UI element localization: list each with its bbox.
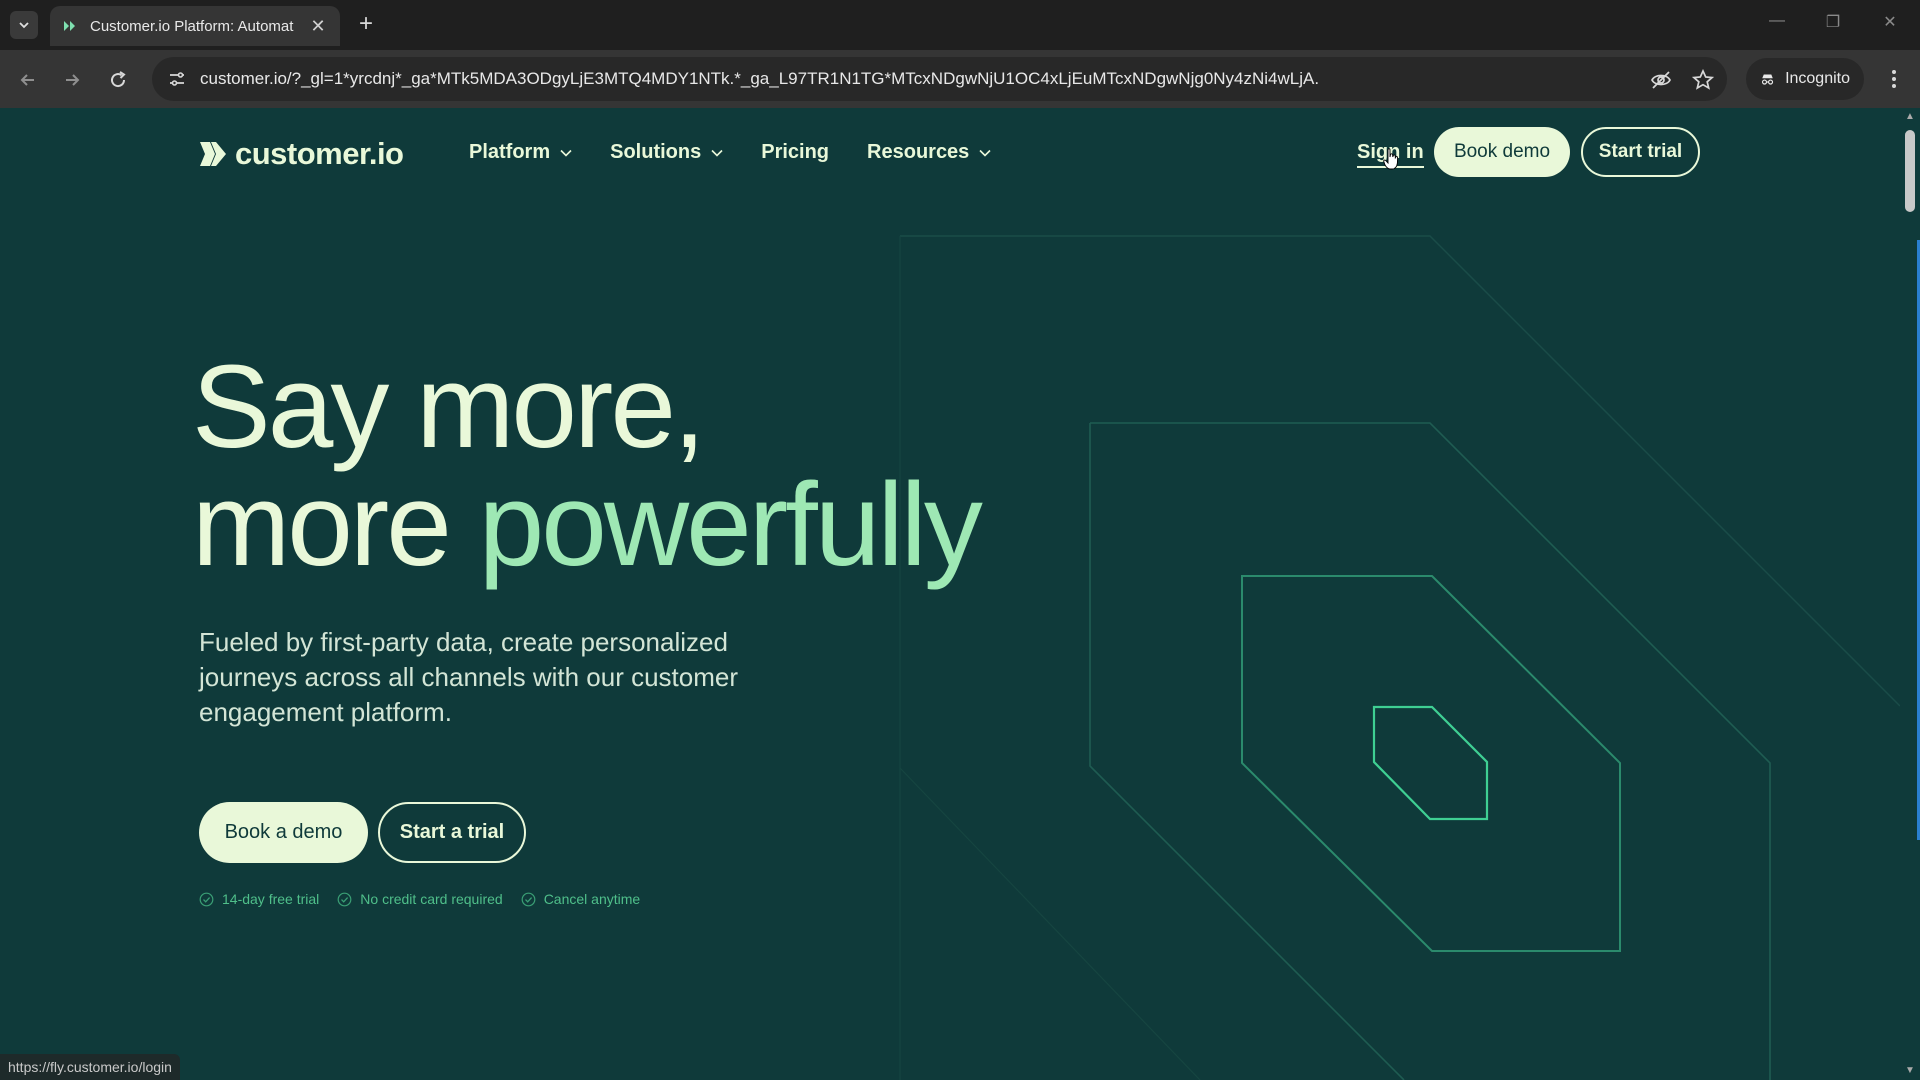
chevron-down-icon bbox=[979, 149, 991, 157]
restore-icon[interactable]: ❐ bbox=[1818, 12, 1848, 32]
incognito-icon bbox=[1761, 74, 1774, 85]
hero-title-line2-start: more bbox=[192, 459, 479, 591]
scroll-up-icon[interactable]: ▲ bbox=[1905, 112, 1915, 122]
browser-toolbar: customer.io/?_gl=1*yrcdnj*_ga*MTk5MDA3OD… bbox=[0, 50, 1920, 108]
page-viewport: customer.io Platform Solutions Pricing R… bbox=[0, 108, 1900, 1080]
nav-pricing[interactable]: Pricing bbox=[761, 141, 829, 164]
logo-text: customer.io bbox=[235, 136, 404, 171]
address-bar[interactable]: customer.io/?_gl=1*yrcdnj*_ga*MTk5MDA3OD… bbox=[152, 57, 1727, 101]
incognito-label: Incognito bbox=[1785, 70, 1850, 87]
hand-pointer-cursor-icon bbox=[1383, 148, 1399, 170]
browser-tab-bar: Customer.io Platform: Automat ✕ + — ❐ ✕ bbox=[0, 0, 1920, 50]
scrollbar-thumb[interactable] bbox=[1905, 130, 1915, 212]
main-nav: Platform Solutions Pricing Resources bbox=[469, 141, 1029, 164]
perk-label: Cancel anytime bbox=[543, 891, 641, 907]
browser-menu-button[interactable] bbox=[1880, 65, 1908, 93]
site-info-icon[interactable] bbox=[164, 66, 190, 92]
perks-list: 14-day free trial No credit card require… bbox=[199, 891, 658, 907]
hero-subtitle: Fueled by first-party data, create perso… bbox=[199, 627, 739, 727]
decorative-hexagon-graphic bbox=[899, 235, 1900, 1080]
perk-item: No credit card required bbox=[337, 891, 503, 907]
hero-title: Say more, more powerfully bbox=[192, 348, 983, 584]
customerio-logo-icon bbox=[200, 142, 226, 166]
chevron-down-icon bbox=[560, 149, 572, 157]
perk-item: 14-day free trial bbox=[199, 891, 319, 907]
link-status-bar: https://fly.customer.io/login bbox=[0, 1054, 180, 1080]
hero-title-line2: more powerfully bbox=[192, 466, 983, 584]
forward-button[interactable] bbox=[58, 66, 86, 94]
book-demo-button[interactable]: Book demo bbox=[1434, 127, 1570, 177]
nav-resources-label: Resources bbox=[867, 141, 970, 163]
nav-platform[interactable]: Platform bbox=[469, 141, 572, 164]
perk-item: Cancel anytime bbox=[521, 891, 641, 907]
perk-label: No credit card required bbox=[360, 891, 503, 907]
tab-search-button[interactable] bbox=[10, 11, 38, 39]
perk-label: 14-day free trial bbox=[222, 891, 320, 907]
start-trial-button[interactable]: Start trial bbox=[1581, 127, 1700, 177]
page-scrollbar[interactable]: ▲ ▼ bbox=[1900, 108, 1920, 1080]
chevron-down-icon bbox=[711, 149, 723, 157]
customerio-favicon-icon bbox=[64, 21, 75, 31]
minimize-icon[interactable]: — bbox=[1762, 12, 1792, 30]
nav-platform-label: Platform bbox=[469, 141, 551, 163]
scroll-down-icon[interactable]: ▼ bbox=[1905, 1066, 1915, 1076]
new-tab-button[interactable]: + bbox=[352, 11, 380, 39]
customerio-logo[interactable]: customer.io bbox=[199, 136, 404, 172]
url-text: customer.io/?_gl=1*yrcdnj*_ga*MTk5MDA3OD… bbox=[200, 69, 1320, 88]
back-button[interactable] bbox=[14, 66, 42, 94]
hero-title-line1: Say more, bbox=[192, 341, 706, 473]
arrow-right-icon bbox=[66, 74, 80, 86]
reload-button[interactable] bbox=[104, 66, 132, 94]
check-circle-icon bbox=[199, 892, 214, 906]
check-circle-icon bbox=[521, 892, 536, 906]
browser-tab-active[interactable]: Customer.io Platform: Automat ✕ bbox=[50, 6, 340, 46]
nav-solutions[interactable]: Solutions bbox=[610, 141, 723, 164]
more-vertical-icon bbox=[1892, 70, 1896, 88]
check-circle-icon bbox=[337, 892, 352, 906]
chevron-down-icon bbox=[19, 22, 29, 29]
tab-title: Customer.io Platform: Automat bbox=[90, 17, 294, 35]
close-window-icon[interactable]: ✕ bbox=[1875, 12, 1905, 32]
nav-resources[interactable]: Resources bbox=[867, 141, 991, 164]
close-tab-icon[interactable]: ✕ bbox=[308, 16, 328, 37]
reload-icon bbox=[111, 71, 126, 88]
nav-pricing-label: Pricing bbox=[761, 141, 830, 163]
nav-solutions-label: Solutions bbox=[610, 141, 702, 163]
hero-title-highlight: powerfully bbox=[478, 459, 983, 591]
incognito-indicator[interactable]: Incognito bbox=[1746, 58, 1864, 100]
start-a-trial-button[interactable]: Start a trial bbox=[378, 802, 526, 863]
book-a-demo-button[interactable]: Book a demo bbox=[199, 802, 368, 863]
eye-off-icon[interactable] bbox=[1648, 67, 1674, 93]
bookmark-star-icon[interactable] bbox=[1690, 67, 1716, 93]
arrow-left-icon bbox=[20, 74, 34, 86]
